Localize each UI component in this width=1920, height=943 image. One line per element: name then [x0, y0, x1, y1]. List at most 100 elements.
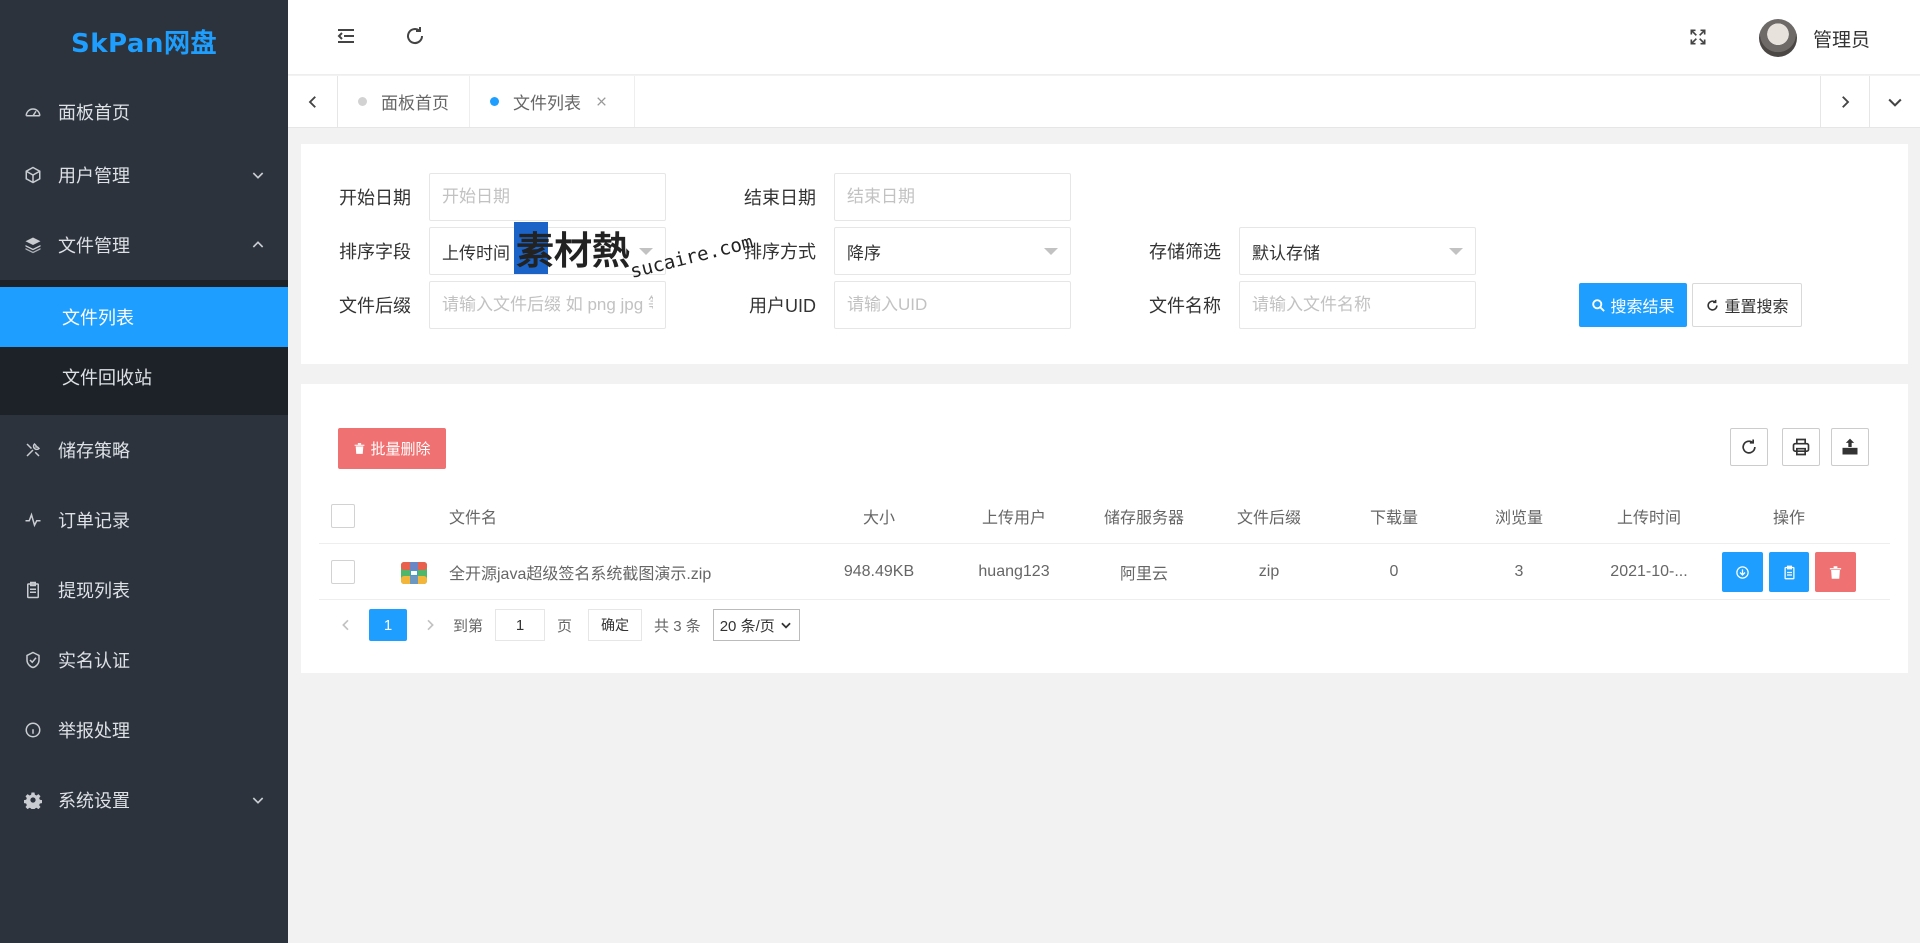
fullscreen-icon[interactable] [1688, 27, 1708, 47]
close-icon[interactable] [595, 95, 608, 108]
sidebar-item-dashboard[interactable]: 面板首页 [0, 83, 288, 140]
next-page-button[interactable] [417, 609, 443, 641]
col-header: 下载量 [1369, 510, 1418, 527]
cube-icon [25, 166, 41, 184]
caret-down-icon [1449, 248, 1463, 255]
select-value: 上传时间 [442, 243, 510, 263]
page-size-value: 20 条/页 [719, 617, 775, 635]
sidebar-item-users[interactable]: 用户管理 [0, 140, 288, 210]
table-refresh-button[interactable] [1730, 428, 1768, 466]
chevron-down-icon [252, 797, 264, 804]
tab-file-list[interactable]: 文件列表 [470, 76, 635, 127]
chevron-down-icon [781, 622, 791, 629]
col-header: 文件名 [449, 510, 498, 527]
refresh-icon[interactable] [403, 24, 427, 48]
sidebar-subitem-file-list[interactable]: 文件列表 [0, 287, 288, 347]
caret-down-icon [639, 248, 653, 255]
field-label: 存储筛选 [1149, 242, 1221, 262]
sidebar-item-label: 实名认证 [58, 651, 130, 671]
sort-field-select[interactable]: 上传时间 [429, 227, 666, 275]
tab-scroll-left-button[interactable] [288, 76, 338, 127]
start-date-input[interactable] [429, 173, 666, 221]
sidebar-subitem-recycle-bin[interactable]: 文件回收站 [0, 347, 288, 407]
col-header: 文件后缀 [1236, 510, 1301, 527]
tab-more-button[interactable] [1870, 76, 1920, 127]
detail-button[interactable] [1768, 552, 1810, 592]
shield-check-icon [26, 651, 40, 669]
tab-scroll-right-button[interactable] [1820, 76, 1870, 127]
view-count: 3 [1514, 563, 1524, 580]
sidebar-item-reports[interactable]: 举报处理 [0, 695, 288, 765]
app-logo[interactable]: SkPan网盘 [0, 0, 288, 83]
total-count: 共 3 条 [654, 617, 701, 635]
batch-delete-label: 批量删除 [370, 441, 431, 458]
prev-page-button[interactable] [333, 609, 359, 641]
table-print-button[interactable] [1782, 428, 1820, 466]
row-checkbox[interactable] [331, 560, 355, 584]
tab-label: 文件列表 [513, 94, 581, 113]
sidebar: SkPan网盘 面板首页 用户管理 文件管理 文件列表 文件回收站 储存策略 订… [0, 0, 288, 943]
zip-file-icon [401, 544, 427, 600]
trash-icon [1830, 565, 1842, 579]
reset-button[interactable]: 重置搜索 [1692, 283, 1802, 327]
goto-page-input[interactable]: 1 [495, 609, 546, 641]
delete-button[interactable] [1815, 552, 1857, 592]
download-button[interactable] [1722, 552, 1763, 592]
sidebar-item-files[interactable]: 文件管理 [0, 210, 288, 280]
tab-dashboard[interactable]: 面板首页 [338, 76, 470, 127]
page-number-current[interactable]: 1 [369, 609, 407, 641]
col-header: 浏览量 [1494, 510, 1543, 527]
field-label: 排序字段 [339, 242, 411, 262]
field-label: 开始日期 [339, 188, 411, 208]
sidebar-item-orders[interactable]: 订单记录 [0, 485, 288, 555]
select-value: 默认存储 [1252, 243, 1320, 263]
field-label: 用户UID [749, 296, 816, 316]
chevron-down-icon [252, 172, 264, 179]
end-date-input[interactable] [834, 173, 1071, 221]
uid-input[interactable] [834, 281, 1071, 329]
sidebar-item-storage-policy[interactable]: 储存策略 [0, 415, 288, 485]
field-label: 排序方式 [744, 242, 816, 262]
pulse-icon [25, 512, 41, 528]
files-submenu: 文件列表 文件回收站 [0, 280, 288, 415]
search-button[interactable]: 搜索结果 [1579, 283, 1687, 327]
table-export-button[interactable] [1831, 428, 1869, 466]
chevron-left-icon [342, 619, 349, 631]
pagination: 1 到第 1 页 确定 共 3 条 20 条/页 [333, 608, 800, 642]
user-menu[interactable]: 管理员 [1758, 19, 1870, 57]
sidebar-item-settings[interactable]: 系统设置 [0, 765, 288, 835]
row-actions [1719, 544, 1859, 600]
reset-button-label: 重置搜索 [1724, 299, 1789, 316]
sidebar-item-label: 面板首页 [58, 102, 130, 123]
suffix-input[interactable] [429, 281, 666, 329]
search-icon [1592, 298, 1606, 312]
sidebar-item-label: 文件管理 [58, 236, 130, 256]
select-all-checkbox[interactable] [331, 504, 355, 528]
clipboard-icon [1784, 565, 1794, 579]
storage-select[interactable]: 默认存储 [1239, 227, 1476, 275]
search-form-card: 开始日期 结束日期 排序字段 上传时间 排序方式 降序 存储筛选 默认存储 文件… [301, 144, 1908, 364]
batch-delete-button[interactable]: 批量删除 [338, 428, 446, 469]
chevron-right-icon [427, 619, 434, 631]
filter-end-date: 结束日期 [706, 173, 1071, 221]
goto-suffix: 页 [557, 617, 573, 635]
tab-dot [490, 97, 499, 106]
export-icon [1842, 438, 1858, 455]
filter-storage: 存储筛选 默认存储 [1111, 227, 1476, 275]
filter-uid: 用户UID [706, 281, 1071, 329]
row-checkbox-cell [331, 544, 355, 600]
sidebar-item-withdrawals[interactable]: 提现列表 [0, 555, 288, 625]
page-size-select[interactable]: 20 条/页 [712, 609, 800, 641]
col-header: 上传用户 [981, 510, 1046, 527]
filter-sort-field: 排序字段 上传时间 [301, 227, 666, 275]
goto-confirm-button[interactable]: 确定 [588, 609, 643, 641]
file-name[interactable]: 全开源java超级签名系统截图演示.zip [449, 544, 799, 600]
menu-fold-icon[interactable] [334, 24, 358, 48]
sidebar-item-verification[interactable]: 实名认证 [0, 625, 288, 695]
goto-prefix: 到第 [453, 617, 484, 635]
sort-order-select[interactable]: 降序 [834, 227, 1071, 275]
filename-input[interactable] [1239, 281, 1476, 329]
download-count: 0 [1389, 563, 1399, 580]
top-header: 管理员 [288, 0, 1920, 75]
chevron-down-icon [1888, 98, 1902, 107]
